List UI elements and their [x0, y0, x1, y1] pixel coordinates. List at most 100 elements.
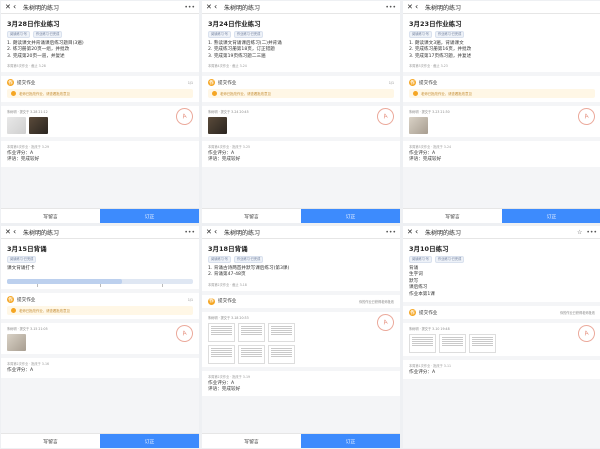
submission-card: 朱树明 · 提交于 3-24 20:45 A — [202, 106, 400, 138]
page-title: 朱树明的练习 — [224, 4, 261, 12]
close-icon[interactable]: ✕ — [206, 228, 214, 236]
bottom-action-bar: 写留言 订正 — [1, 433, 199, 448]
info-icon — [413, 91, 418, 97]
revise-button[interactable]: 订正 — [301, 209, 400, 223]
homework-meta: 本周第2次作业 · 截止 3-18 — [208, 282, 247, 287]
submission-document[interactable] — [238, 322, 265, 342]
submission-document[interactable] — [268, 322, 295, 342]
tag-row: 阅读练习·已完成 — [7, 256, 193, 263]
homework-badge-icon: 作 — [7, 296, 14, 304]
back-arrow-icon[interactable]: ‹ — [415, 228, 423, 236]
review-comment: 评语：完成较好 — [409, 157, 442, 163]
close-icon[interactable]: ✕ — [206, 3, 214, 11]
close-icon[interactable]: ✕ — [407, 3, 415, 11]
homework-line: 作业本第1课 — [409, 291, 435, 297]
submission-document[interactable] — [469, 334, 496, 354]
submission-document[interactable] — [238, 344, 265, 364]
homework-badge-icon: 作 — [208, 297, 215, 305]
tag-row: 阅读练习·写 作业练习·已完成 — [208, 256, 394, 263]
top-bar: ✕ ‹ 朱树明的练习 ☆ ••• — [403, 226, 600, 239]
section-title: 提交作业 — [419, 80, 438, 86]
submission-document[interactable] — [208, 344, 235, 364]
more-icon[interactable]: ••• — [184, 229, 195, 236]
review-meta: 本周第4次作业 · 批改于 3-25 — [208, 145, 251, 150]
submission-document[interactable] — [439, 334, 466, 354]
close-icon[interactable]: ✕ — [407, 228, 415, 236]
comment-button[interactable]: 写留言 — [403, 209, 502, 223]
submission-document[interactable] — [409, 334, 436, 354]
review-card: 本周第2次作业 · 批改于 3-19 作业评分：A 评语：完成较好 — [202, 370, 400, 397]
close-icon[interactable]: ✕ — [5, 228, 13, 236]
homework-card: 3月18日背诵 阅读练习·写 作业练习·已完成 1. 背诵古诗两首并默写课后练习… — [202, 239, 400, 291]
submission-image[interactable] — [7, 334, 26, 352]
back-arrow-icon[interactable]: ‹ — [214, 228, 222, 236]
tag: 作业练习·已完成 — [32, 31, 63, 38]
bottom-action-bar: 写留言 订正 — [1, 208, 199, 223]
top-bar: ✕ ‹ 朱树明的练习 ••• — [1, 226, 199, 239]
back-arrow-icon[interactable]: ‹ — [13, 3, 21, 11]
homework-line: 3. 完成第17页练习题，并复述 — [409, 53, 472, 59]
submission-card: 朱树明 · 提交于 3-18 20:33 A — [202, 311, 400, 367]
notice-bar: 老师已批改作业，请查看批改意见 — [403, 89, 600, 103]
back-arrow-icon[interactable]: ‹ — [415, 3, 423, 11]
submission-image[interactable] — [208, 117, 227, 135]
section-count: 1/1 — [388, 80, 394, 85]
top-bar: ✕ ‹ 朱树明的练习 — [403, 1, 600, 14]
submission-image[interactable] — [29, 117, 48, 135]
submission-images — [409, 334, 595, 354]
homework-meta: 本周第5次作业 · 截止 3-28 — [7, 64, 46, 69]
submit-section-header: 作 提交作业 你的作业已获得老师批改 — [403, 306, 600, 320]
notice-bar: 老师已批改作业，请查看批改意见 — [1, 306, 199, 320]
homework-panel-2: ✕ ‹ 朱树明的练习 ••• 3月24日作业练习 阅读练习·写 作业练习·已完成… — [202, 1, 400, 223]
submission-image[interactable] — [7, 117, 26, 135]
submission-card: 朱树明 · 提交于 3-28 21:12 A — [1, 106, 199, 138]
more-icon[interactable]: ••• — [586, 229, 597, 236]
star-icon[interactable]: ☆ — [577, 229, 582, 236]
revise-button[interactable]: 订正 — [100, 434, 199, 448]
section-count: 1/1 — [187, 80, 193, 85]
back-arrow-icon[interactable]: ‹ — [214, 3, 222, 11]
comment-button[interactable]: 写留言 — [202, 434, 301, 448]
section-title: 提交作业 — [419, 310, 438, 316]
homework-title: 3月10日练习 — [409, 245, 449, 253]
homework-panel-5: ✕ ‹ 朱树明的练习 ••• 3月18日背诵 阅读练习·写 作业练习·已完成 1… — [202, 226, 400, 448]
submission-document[interactable] — [268, 344, 295, 364]
submission-meta: 朱树明 · 提交于 3-24 20:45 — [208, 110, 249, 115]
homework-title: 3月15日背诵 — [7, 245, 47, 253]
submission-meta: 朱树明 · 提交于 3-15 21:05 — [7, 327, 48, 332]
homework-panel-6: ✕ ‹ 朱树明的练习 ☆ ••• 3月10日练习 阅读练习·写 作业练习·已完成… — [403, 226, 600, 448]
close-icon[interactable]: ✕ — [5, 3, 13, 11]
bottom-action-bar: 写留言 订正 — [202, 208, 400, 223]
submission-card: 朱树明 · 提交于 3-10 19:48 A — [403, 323, 600, 357]
more-icon[interactable]: ••• — [184, 4, 195, 11]
review-comment: 评语：完成较好 — [208, 387, 241, 393]
homework-panel-3: ✕ ‹ 朱树明的练习 3月23日作业练习 阅读练习·写 作业练习·已完成 1. … — [403, 1, 600, 223]
tag-row: 阅读练习·写 作业练习·已完成 — [409, 256, 595, 263]
more-icon[interactable]: ••• — [385, 229, 396, 236]
back-arrow-icon[interactable]: ‹ — [13, 228, 21, 236]
tag-row: 阅读练习·写 作业练习·已完成 — [409, 31, 595, 38]
more-icon[interactable]: ••• — [385, 4, 396, 11]
tag: 作业练习·已完成 — [233, 256, 264, 263]
comment-button[interactable]: 写留言 — [1, 209, 100, 223]
homework-line: 3. 完成第20页一道，并复述 — [7, 53, 65, 59]
bottom-action-bar: 写留言 订正 — [202, 433, 400, 448]
page-title: 朱树明的练习 — [425, 229, 462, 237]
homework-title: 3月28日作业练习 — [7, 20, 60, 28]
submission-card: 朱树明 · 提交于 3-23 21:30 A — [403, 106, 600, 138]
recitation-progress — [1, 276, 199, 290]
revise-button[interactable]: 订正 — [502, 209, 600, 223]
homework-panel-1: ✕ ‹ 朱树明的练习 ••• 3月28日作业练习 阅读练习·写 作业练习·已完成… — [1, 1, 199, 223]
comment-button[interactable]: 写留言 — [202, 209, 301, 223]
revise-button[interactable]: 订正 — [100, 209, 199, 223]
submission-images — [208, 344, 394, 364]
review-card: 本周第1次作业 · 批改于 3-11 作业评分：A — [403, 360, 600, 380]
review-comment: 评语：完成较好 — [208, 157, 241, 163]
homework-card: 3月23日作业练习 阅读练习·写 作业练习·已完成 1. 朗读课文3遍，背诵课文… — [403, 14, 600, 73]
comment-button[interactable]: 写留言 — [1, 434, 100, 448]
revise-button[interactable]: 订正 — [301, 434, 400, 448]
tag: 阅读练习·写 — [409, 256, 432, 263]
submission-document[interactable] — [208, 322, 235, 342]
submission-image[interactable] — [409, 117, 428, 135]
tag: 作业练习·已完成 — [434, 256, 465, 263]
